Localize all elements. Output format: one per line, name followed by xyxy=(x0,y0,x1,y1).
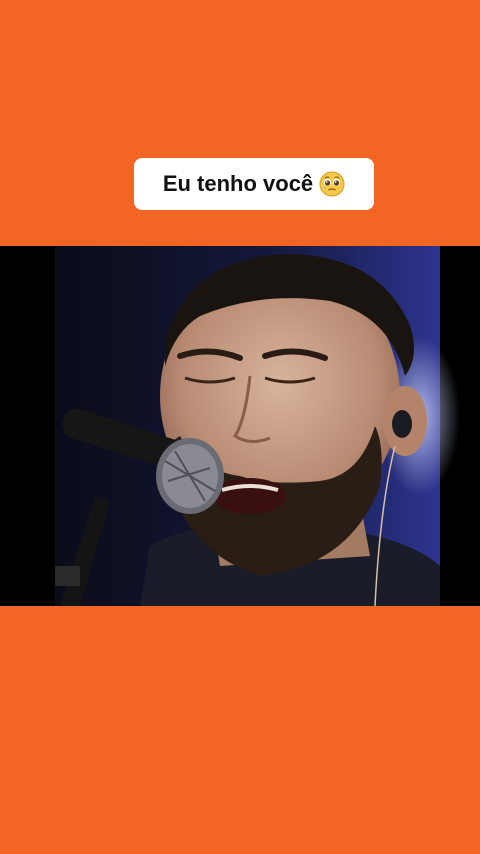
video-frame-image xyxy=(0,246,480,606)
caption-overlay: Eu tenho você xyxy=(134,158,374,210)
video-post-screen: Eu tenho você xyxy=(0,0,480,854)
caption-text: Eu tenho você xyxy=(162,171,314,196)
pleading-face-emoji-icon xyxy=(319,171,345,197)
video-player[interactable] xyxy=(0,246,480,606)
